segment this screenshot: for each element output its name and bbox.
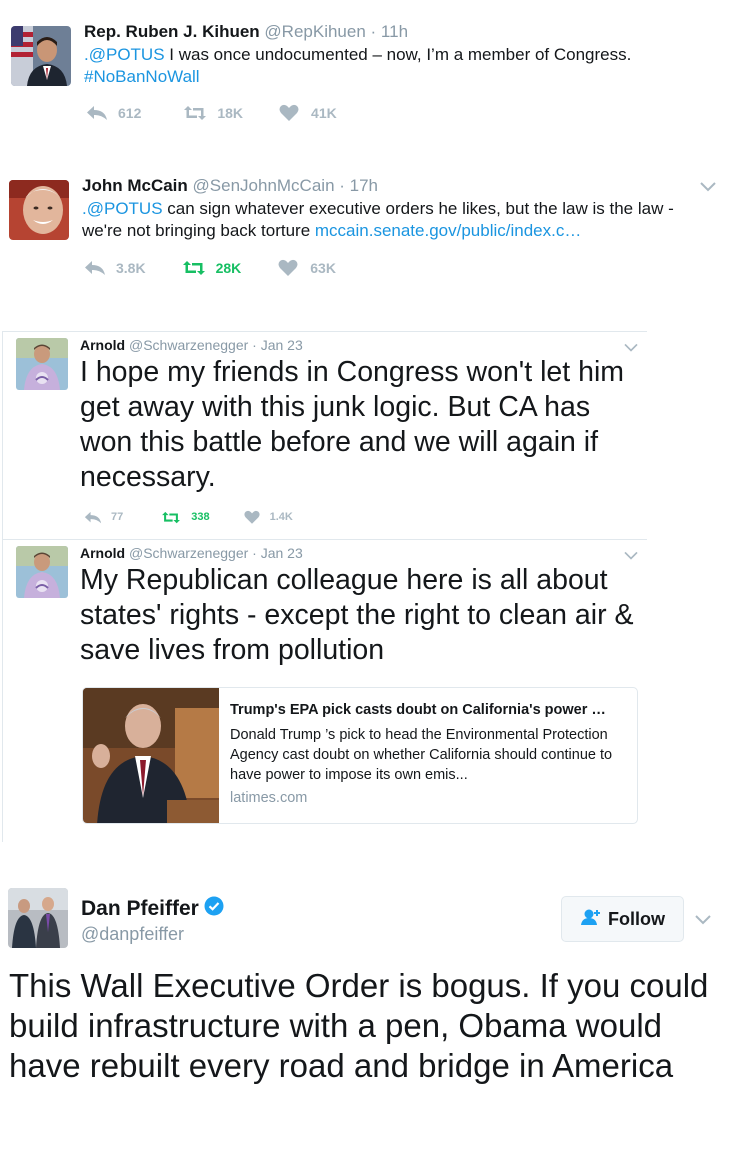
chevron-down-icon[interactable]: [694, 912, 712, 926]
tweet-header: Arnold @Schwarzenegger · Jan 23: [80, 545, 303, 561]
tweet-header: Arnold @Schwarzenegger · Jan 23: [80, 337, 303, 353]
like-button[interactable]: 41K: [279, 104, 337, 121]
reply-icon: [86, 105, 108, 121]
link-preview-description: Donald Trump ’s pick to head the Environ…: [230, 727, 613, 783]
tweet-pfeiffer: Dan Pfeiffer @danpfeiffer Follow This Wa…: [0, 860, 733, 1155]
author-name[interactable]: Rep. Ruben J. Kihuen: [84, 22, 260, 41]
author-handle[interactable]: @Schwarzenegger: [129, 545, 248, 561]
chevron-down-icon[interactable]: [623, 548, 641, 562]
author-handle[interactable]: @SenJohnMcCain: [193, 176, 335, 195]
reply-count: 77: [111, 511, 124, 523]
reply-button[interactable]: 77: [84, 511, 123, 524]
author-handle[interactable]: @RepKihuen: [264, 22, 365, 41]
tweet-time[interactable]: · Jan 23: [252, 545, 303, 561]
tweet-text: This Wall Executive Order is bogus. If y…: [9, 967, 709, 1084]
mention-link[interactable]: .@POTUS: [82, 199, 163, 218]
tweet-kihuen: Rep. Ruben J. Kihuen @RepKihuen · 11h .@…: [0, 0, 733, 160]
avatar[interactable]: [16, 546, 68, 598]
tweet-actions: 77 338 1.4K: [84, 510, 293, 524]
tweet-mccain: John McCain @SenJohnMcCain · 17h .@POTUS…: [0, 160, 733, 330]
like-count: 63K: [310, 259, 336, 276]
tweet-header: John McCain @SenJohnMcCain · 17h: [82, 176, 378, 196]
avatar[interactable]: [11, 26, 71, 86]
reply-button[interactable]: 612: [86, 105, 141, 121]
link-preview-domain: latimes.com: [230, 790, 308, 806]
link-preview-image: [83, 688, 219, 823]
author-handle[interactable]: @Schwarzenegger: [129, 337, 248, 353]
like-button[interactable]: 1.4K: [244, 510, 293, 524]
heart-icon: [279, 104, 299, 121]
reply-count: 3.8K: [116, 259, 146, 276]
author-name[interactable]: John McCain: [82, 176, 188, 195]
tweet-text: My Republican colleague here is all abou…: [80, 564, 634, 666]
reply-icon: [84, 511, 102, 524]
add-user-icon: [580, 908, 602, 931]
tweet-time[interactable]: · 11h: [371, 22, 409, 41]
like-button[interactable]: 63K: [278, 259, 336, 276]
tweet-text: .@POTUS can sign whatever executive orde…: [82, 198, 717, 242]
retweet-count: 18K: [217, 104, 244, 121]
retweet-button[interactable]: 18K: [183, 105, 243, 121]
tweet-actions: 3.8K 28K 63K: [84, 259, 336, 276]
link-preview-title: Trump's EPA pick casts doubt on Californ…: [230, 702, 606, 718]
follow-button[interactable]: Follow: [561, 896, 684, 942]
tweet-arnold-2: Arnold @Schwarzenegger · Jan 23 My Repub…: [2, 540, 647, 842]
heart-icon: [278, 259, 298, 276]
tweet-time[interactable]: · 17h: [339, 176, 378, 195]
retweet-button[interactable]: 28K: [182, 259, 242, 276]
chevron-down-icon[interactable]: [699, 179, 717, 193]
tweet-time[interactable]: · Jan 23: [252, 337, 303, 353]
retweet-button[interactable]: 338: [161, 511, 210, 524]
url-link[interactable]: mccain.senate.gov/public/index.c…: [315, 221, 581, 240]
tweet-actions: 612 18K 41K: [86, 104, 337, 121]
author-name-row: Dan Pfeiffer: [81, 896, 224, 922]
like-count: 1.4K: [269, 511, 293, 523]
reply-count: 612: [118, 104, 142, 121]
author-handle[interactable]: @danpfeiffer: [81, 924, 184, 945]
author-name[interactable]: Dan Pfeiffer: [81, 897, 199, 921]
tweet-arnold-1: Arnold @Schwarzenegger · Jan 23 I hope m…: [2, 331, 647, 540]
avatar[interactable]: [8, 888, 68, 948]
tweet-text: .@POTUS I was once undocumented – now, I…: [84, 44, 704, 88]
tweet-text: I hope my friends in Congress won't let …: [80, 356, 625, 493]
author-name[interactable]: Arnold: [80, 545, 125, 561]
like-count: 41K: [311, 104, 337, 121]
avatar[interactable]: [9, 180, 69, 240]
tweet-text-body: I was once undocumented – now, I’m a mem…: [164, 45, 632, 64]
author-name[interactable]: Arnold: [80, 337, 125, 353]
reply-icon: [84, 260, 106, 276]
mention-link[interactable]: .@POTUS: [84, 45, 165, 64]
link-preview-card[interactable]: Trump's EPA pick casts doubt on Californ…: [82, 687, 638, 824]
retweet-count: 338: [191, 511, 210, 523]
retweet-icon: [182, 260, 206, 276]
reply-button[interactable]: 3.8K: [84, 260, 146, 276]
verified-badge-icon: [204, 896, 224, 922]
heart-icon: [244, 510, 260, 524]
avatar[interactable]: [16, 338, 68, 390]
chevron-down-icon[interactable]: [623, 340, 641, 354]
tweet-header: Rep. Ruben J. Kihuen @RepKihuen · 11h: [84, 22, 408, 42]
retweet-icon: [161, 511, 181, 524]
retweet-count: 28K: [215, 259, 242, 276]
hashtag-link[interactable]: #NoBanNoWall: [84, 67, 200, 86]
follow-label: Follow: [608, 908, 665, 929]
retweet-icon: [183, 105, 207, 121]
